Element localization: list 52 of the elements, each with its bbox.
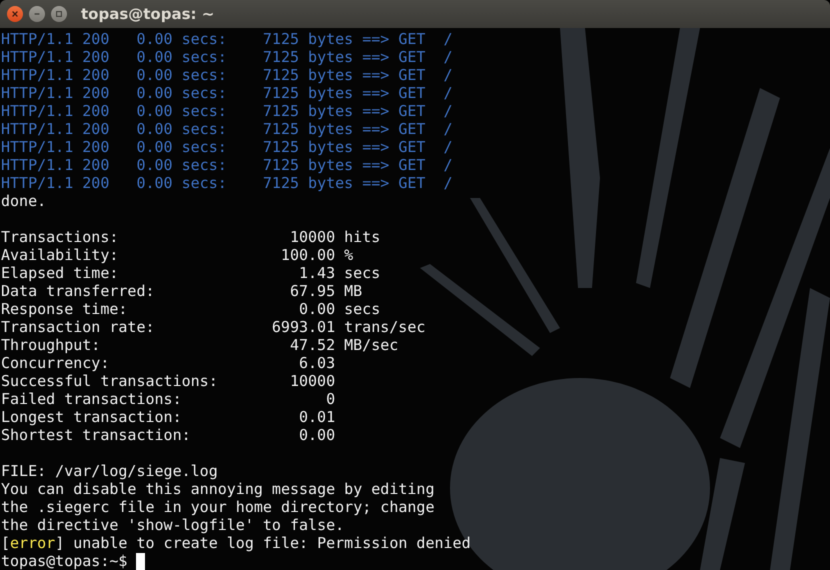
output-line: the .siegerc file in your home directory; change — [1, 498, 436, 516]
log-line: HTTP/1.1 200 0.00 secs: 7125 bytes ==> GET / — [1, 84, 454, 102]
stat-value: 10000 — [288, 372, 336, 390]
stat-value: 0.00 — [298, 426, 336, 444]
output-line: the directive 'show-logfile' to false. — [1, 516, 346, 534]
stat-label: Transactions: — [1, 228, 120, 246]
log-line: HTTP/1.1 200 0.00 secs: 7125 bytes ==> GET / — [1, 102, 454, 120]
stat-value: 0 — [325, 390, 336, 408]
stat-unit: secs — [344, 300, 382, 318]
log-line: HTTP/1.1 200 0.00 secs: 7125 bytes ==> GET / — [1, 156, 454, 174]
stat-unit: MB/sec — [344, 336, 400, 354]
window-title: topas@topas: ~ — [81, 5, 214, 23]
error-line: [error] unable to create log file: Permission denied — [1, 534, 472, 552]
log-line: HTTP/1.1 200 0.00 secs: 7125 bytes ==> GET / — [1, 174, 454, 192]
close-icon[interactable] — [7, 6, 23, 22]
stat-unit: secs — [344, 264, 382, 282]
stat-value: 6993.01 — [272, 318, 336, 336]
stat-unit: MB — [344, 282, 364, 300]
stat-unit: trans/sec — [344, 318, 426, 336]
log-line: HTTP/1.1 200 0.00 secs: 7125 bytes ==> GET / — [1, 120, 454, 138]
stat-label: Throughput: — [1, 336, 102, 354]
stat-value: 100.00 — [280, 246, 336, 264]
stat-label: Shortest transaction: — [1, 426, 192, 444]
output-line: done. — [1, 192, 48, 210]
stat-value: 0.01 — [298, 408, 336, 426]
stat-label: Response time: — [1, 300, 128, 318]
minimize-icon[interactable] — [29, 6, 45, 22]
stat-label: Concurrency: — [1, 354, 110, 372]
log-line: HTTP/1.1 200 0.00 secs: 7125 bytes ==> GET / — [1, 138, 454, 156]
maximize-icon[interactable] — [51, 6, 67, 22]
log-line: HTTP/1.1 200 0.00 secs: 7125 bytes ==> GET / — [1, 30, 454, 48]
output-line: You can disable this annoying message by editing — [1, 480, 436, 498]
stat-value: 0.00 — [298, 300, 336, 318]
stat-value: 1.43 — [298, 264, 336, 282]
stat-label: Data transferred: — [1, 282, 156, 300]
stat-label: Longest transaction: — [1, 408, 183, 426]
stat-label: Elapsed time: — [1, 264, 120, 282]
stat-unit: hits — [344, 228, 382, 246]
log-line: HTTP/1.1 200 0.00 secs: 7125 bytes ==> GET / — [1, 48, 454, 66]
output-line: FILE: /var/log/siege.log — [1, 462, 219, 480]
stat-value: 47.52 — [288, 336, 336, 354]
stat-label: Failed transactions: — [1, 390, 183, 408]
text-cursor — [136, 552, 146, 570]
stat-unit: % — [344, 246, 354, 264]
stat-value: 10000 — [288, 228, 336, 246]
log-line: HTTP/1.1 200 0.00 secs: 7125 bytes ==> GET / — [1, 66, 454, 84]
stat-value: 6.03 — [298, 354, 336, 372]
stat-label: Transaction rate: — [1, 318, 156, 336]
stat-value: 67.95 — [288, 282, 336, 300]
stat-label: Availability: — [1, 246, 120, 264]
stat-label: Successful transactions: — [1, 372, 219, 390]
shell-prompt: topas@topas:~$ — [1, 552, 128, 570]
